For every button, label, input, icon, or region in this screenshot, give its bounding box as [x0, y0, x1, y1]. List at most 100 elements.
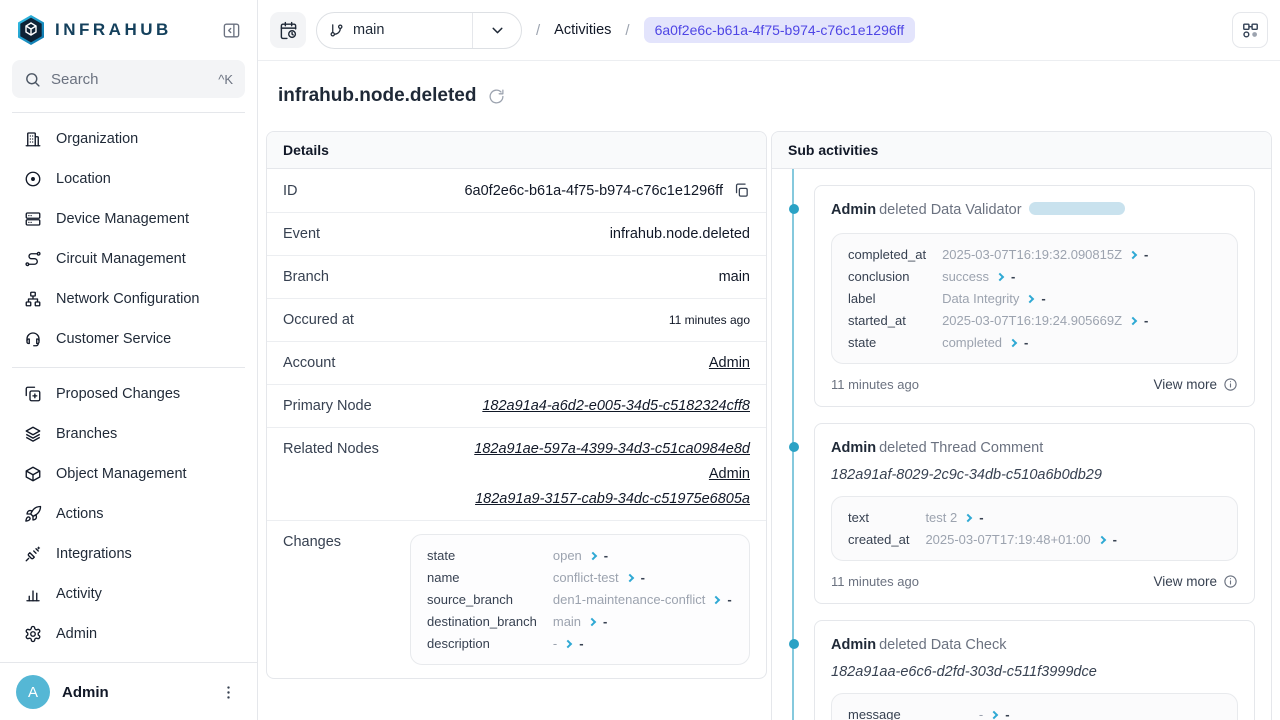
- prop-after: -: [1011, 268, 1015, 285]
- sidebar-item-label: Customer Service: [56, 331, 171, 347]
- prop-after: -: [727, 591, 731, 608]
- search-shortcut: ^K: [218, 72, 233, 87]
- breadcrumb-activities-link[interactable]: Activities: [554, 22, 611, 38]
- skeleton-placeholder: [1029, 202, 1125, 215]
- infrahub-hexagon-logo-icon: [16, 14, 46, 46]
- prop-after: -: [1005, 706, 1009, 720]
- account-link[interactable]: Admin: [709, 355, 750, 371]
- page-title-row: infrahub.node.deleted: [258, 61, 1280, 131]
- prop-key: state: [848, 334, 926, 351]
- prop-key: state: [427, 547, 537, 564]
- chevron-right-icon[interactable]: [964, 513, 972, 521]
- panels-row: Details ID 6a0f2e6c-b61a-4f75-b974-c76c1…: [258, 131, 1280, 720]
- user-menu: A Admin: [0, 662, 257, 720]
- details-panel-header: Details: [267, 132, 766, 169]
- related-node-link[interactable]: Admin: [709, 466, 750, 482]
- chevron-right-icon[interactable]: [589, 551, 597, 559]
- prop-value: test 2: [925, 509, 957, 526]
- refresh-button[interactable]: [488, 88, 505, 105]
- chevron-right-icon[interactable]: [1097, 535, 1105, 543]
- prop-after: -: [1144, 312, 1148, 329]
- chevron-right-icon[interactable]: [712, 595, 720, 603]
- layers-icon: [24, 425, 42, 443]
- chevron-right-icon[interactable]: [990, 710, 998, 718]
- refresh-icon: [488, 88, 505, 105]
- building-icon: [24, 130, 42, 148]
- chevron-right-icon[interactable]: [1129, 250, 1137, 258]
- prop-key: destination_branch: [427, 613, 537, 630]
- sidebar-item-location[interactable]: Location: [12, 159, 245, 199]
- primary-node-link[interactable]: 182a91a4-a6d2-e005-34d5-c5182324cff8: [482, 398, 750, 414]
- sidebar-item-label: Activity: [56, 586, 102, 602]
- brand-name: INFRAHUB: [55, 20, 172, 40]
- branch-value: main: [719, 269, 750, 285]
- search-input[interactable]: Search ^K: [12, 60, 245, 98]
- card-title: Admindeleted Data Validator: [831, 200, 1238, 220]
- chevron-right-icon[interactable]: [1129, 316, 1137, 324]
- headset-icon: [24, 330, 42, 348]
- prop-key: completed_at: [848, 246, 926, 263]
- sidebar-item-label: Admin: [56, 626, 97, 642]
- sidebar-item-network-configuration[interactable]: Network Configuration: [12, 279, 245, 319]
- bar-chart-icon: [24, 585, 42, 603]
- prop-value: 2025-03-07T16:19:32.090815Z: [942, 246, 1122, 263]
- prop-after: -: [979, 509, 983, 526]
- avatar: A: [16, 675, 50, 709]
- sidebar: INFRAHUB Search ^K: [0, 0, 258, 720]
- sidebar-item-activity[interactable]: Activity: [12, 574, 245, 614]
- prop-value: -: [553, 635, 557, 652]
- sidebar-item-actions[interactable]: Actions: [12, 494, 245, 534]
- git-branch-icon: [329, 23, 344, 38]
- sidebar-collapse-button[interactable]: [220, 19, 243, 42]
- card-props-box: message -- keep_branch -- enriched_confl…: [831, 693, 1238, 720]
- time-travel-button[interactable]: [270, 12, 306, 48]
- copy-button[interactable]: [733, 182, 750, 199]
- detail-row-related-nodes: Related Nodes 182a91ae-597a-4399-34d3-c5…: [267, 428, 766, 521]
- cube-icon: [24, 465, 42, 483]
- detail-row-primary-node: Primary Node 182a91a4-a6d2-e005-34d5-c51…: [267, 385, 766, 428]
- user-menu-button[interactable]: [216, 680, 241, 705]
- prop-key: source_branch: [427, 591, 537, 608]
- event-value: infrahub.node.deleted: [610, 226, 750, 242]
- prop-after: -: [1024, 334, 1028, 351]
- info-icon: [1223, 574, 1238, 589]
- sidebar-item-proposed-changes[interactable]: Proposed Changes: [12, 374, 245, 414]
- branch-selector[interactable]: main: [316, 12, 522, 49]
- occured-at-value: 11 minutes ago: [669, 313, 750, 327]
- related-node-link[interactable]: 182a91a9-3157-cab9-34dc-c51975e6805a: [475, 491, 750, 507]
- search-placeholder: Search: [51, 71, 208, 88]
- chevron-right-icon[interactable]: [564, 639, 572, 647]
- sidebar-item-circuit-management[interactable]: Circuit Management: [12, 239, 245, 279]
- card-title: Admindeleted Thread Comment: [831, 438, 1238, 458]
- page-content: infrahub.node.deleted Details ID: [258, 61, 1280, 720]
- view-more-link[interactable]: View more: [1153, 377, 1238, 392]
- chevron-right-icon[interactable]: [1026, 294, 1034, 302]
- user-name: Admin: [62, 684, 204, 701]
- view-more-link[interactable]: View more: [1153, 574, 1238, 589]
- branch-name: main: [353, 22, 384, 38]
- schema-button[interactable]: [1232, 12, 1268, 48]
- chevron-right-icon[interactable]: [625, 573, 633, 581]
- sidebar-item-branches[interactable]: Branches: [12, 414, 245, 454]
- chevron-right-icon[interactable]: [588, 617, 596, 625]
- sidebar-item-device-management[interactable]: Device Management: [12, 199, 245, 239]
- prop-after: -: [603, 613, 607, 630]
- sidebar-item-customer-service[interactable]: Customer Service: [12, 319, 245, 359]
- sidebar-item-integrations[interactable]: Integrations: [12, 534, 245, 574]
- copy-icon: [24, 385, 42, 403]
- prop-key: created_at: [848, 531, 909, 548]
- prop-key: label: [848, 290, 926, 307]
- chevron-right-icon[interactable]: [1009, 338, 1017, 346]
- related-node-link[interactable]: 182a91ae-597a-4399-34d3-c51ca0984e8d: [474, 441, 750, 457]
- sidebar-item-organization[interactable]: Organization: [12, 119, 245, 159]
- kebab-menu-icon: [220, 684, 237, 701]
- activity-id-value: 6a0f2e6c-b61a-4f75-b974-c76c1e1296ff: [464, 183, 723, 199]
- card-timestamp: 11 minutes ago: [831, 377, 919, 392]
- panel-collapse-icon: [222, 21, 241, 40]
- prop-after: -: [579, 635, 583, 652]
- sidebar-item-admin[interactable]: Admin: [12, 614, 245, 654]
- chevron-right-icon[interactable]: [996, 272, 1004, 280]
- sidebar-item-object-management[interactable]: Object Management: [12, 454, 245, 494]
- gear-icon: [24, 625, 42, 643]
- info-icon: [1223, 377, 1238, 392]
